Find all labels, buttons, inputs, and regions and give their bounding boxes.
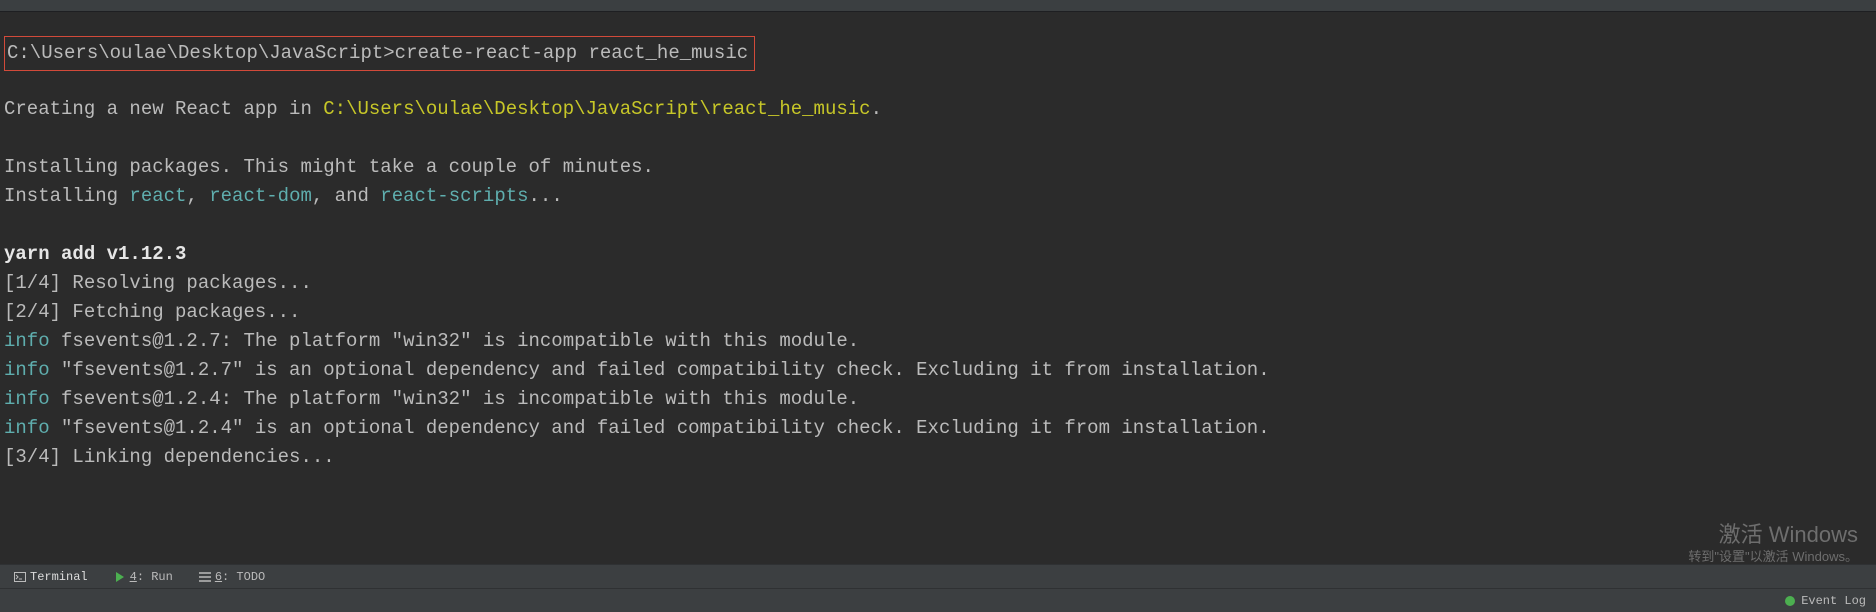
tab-run-label: 4: Run (130, 570, 173, 584)
todo-icon (199, 571, 211, 583)
tab-terminal-label: Terminal (30, 570, 88, 584)
windows-activation-watermark: 激活 Windows 转到"设置"以激活 Windows。 (1688, 522, 1858, 566)
event-indicator-icon (1785, 596, 1795, 606)
tab-todo-shortcut: 6 (215, 570, 222, 584)
status-bar: Event Log (0, 588, 1876, 612)
output-step-1: [1/4] Resolving packages... (4, 269, 1872, 298)
tab-todo[interactable]: 6: TODO (193, 568, 271, 586)
tab-run-text: : Run (137, 570, 173, 584)
project-path: C:\Users\oulae\Desktop\JavaScript\react_… (323, 98, 870, 120)
info-label: info (4, 417, 50, 439)
prompt-path: C:\Users\oulae\Desktop\JavaScript> (7, 42, 395, 64)
output-step-2: [2/4] Fetching packages... (4, 298, 1872, 327)
bottom-bars: Terminal 4: Run 6: TODO Event Log (0, 564, 1876, 612)
tab-run[interactable]: 4: Run (108, 568, 179, 586)
tab-todo-label: 6: TODO (215, 570, 265, 584)
info-label: info (4, 359, 50, 381)
output-info-3: info fsevents@1.2.4: The platform "win32… (4, 385, 1872, 414)
pkg-react-dom: react-dom (209, 185, 312, 207)
info-text: "fsevents@1.2.4" is an optional dependen… (50, 417, 1270, 439)
blank-line (4, 124, 1872, 153)
info-text: fsevents@1.2.7: The platform "win32" is … (50, 330, 860, 352)
output-info-4: info "fsevents@1.2.4" is an optional dep… (4, 414, 1872, 443)
text-segment: , (186, 185, 209, 207)
output-info-2: info "fsevents@1.2.7" is an optional dep… (4, 356, 1872, 385)
info-text: "fsevents@1.2.7" is an optional dependen… (50, 359, 1270, 381)
command-text: create-react-app react_he_music (395, 42, 748, 64)
output-installing-pkgs: Installing react, react-dom, and react-s… (4, 182, 1872, 211)
text-segment: , and (312, 185, 380, 207)
terminal-output[interactable]: C:\Users\oulae\Desktop\JavaScript>create… (0, 12, 1876, 472)
watermark-title: 激活 Windows (1688, 522, 1858, 548)
text-segment: . (871, 98, 882, 120)
blank-line (4, 211, 1872, 240)
output-creating: Creating a new React app in C:\Users\oul… (4, 95, 1872, 124)
tab-terminal[interactable]: Terminal (8, 568, 94, 586)
text-segment: Installing (4, 185, 129, 207)
text-segment: Creating a new React app in (4, 98, 323, 120)
panel-top-border (0, 0, 1876, 12)
info-label: info (4, 330, 50, 352)
info-label: info (4, 388, 50, 410)
text-segment: ... (529, 185, 563, 207)
tab-todo-text: : TODO (222, 570, 265, 584)
tool-window-tab-bar: Terminal 4: Run 6: TODO (0, 564, 1876, 588)
pkg-react-scripts: react-scripts (380, 185, 528, 207)
terminal-panel[interactable]: C:\Users\oulae\Desktop\JavaScript>create… (0, 0, 1876, 488)
command-highlight-box: C:\Users\oulae\Desktop\JavaScript>create… (4, 36, 755, 71)
tab-run-shortcut: 4 (130, 570, 137, 584)
pkg-react: react (129, 185, 186, 207)
event-log-button[interactable]: Event Log (1801, 594, 1866, 608)
terminal-icon (14, 571, 26, 583)
info-text: fsevents@1.2.4: The platform "win32" is … (50, 388, 860, 410)
output-yarn-version: yarn add v1.12.3 (4, 240, 1872, 269)
play-icon (114, 571, 126, 583)
output-step-3: [3/4] Linking dependencies... (4, 443, 1872, 472)
output-installing-msg: Installing packages. This might take a c… (4, 153, 1872, 182)
output-info-1: info fsevents@1.2.7: The platform "win32… (4, 327, 1872, 356)
